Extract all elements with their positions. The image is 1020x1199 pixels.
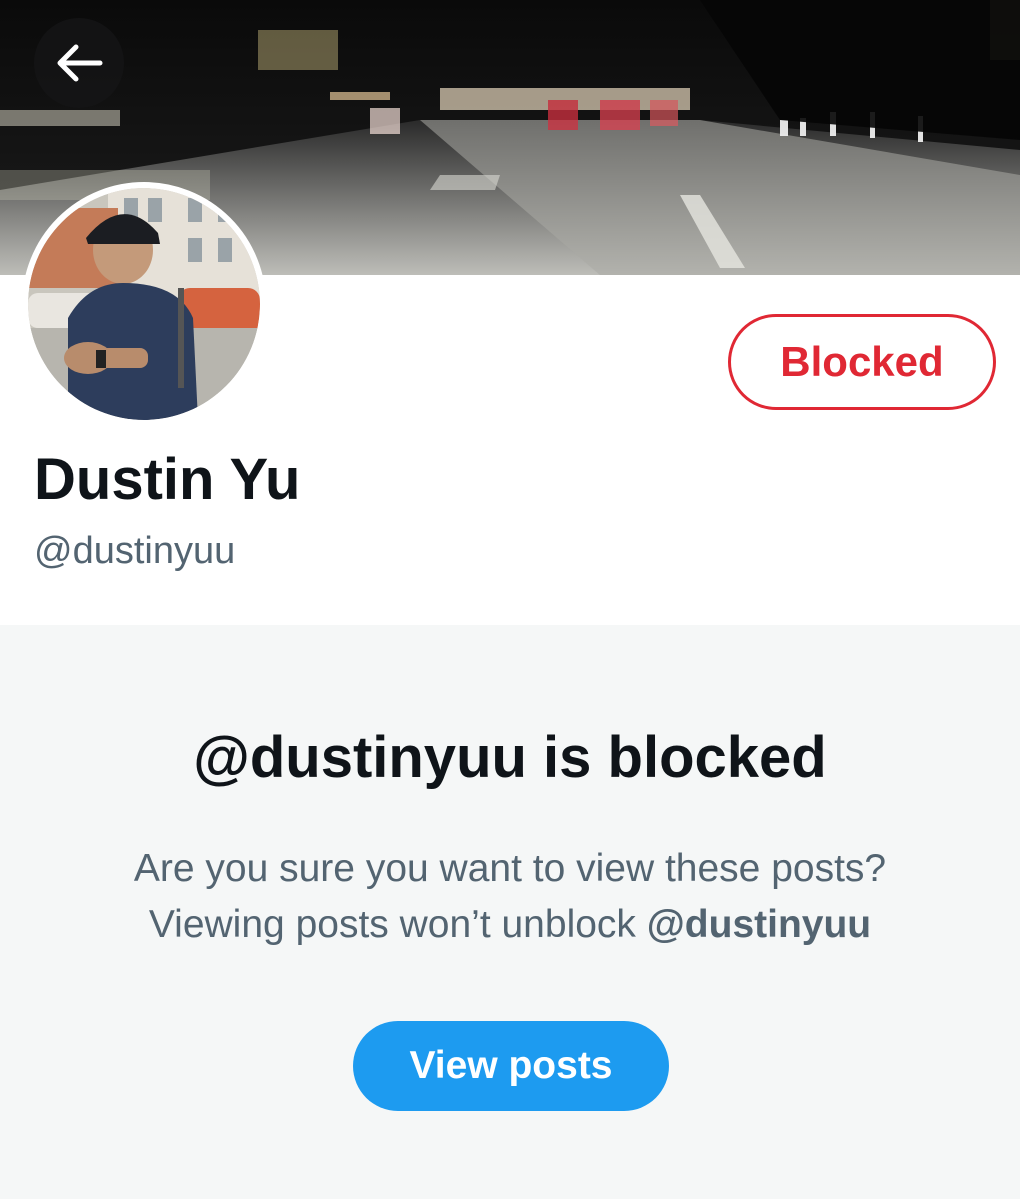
profile-handle: @dustinyuu (34, 530, 236, 572)
blocked-notice-body: Are you sure you want to view these post… (0, 841, 1020, 953)
blocked-notice-line2: Viewing posts won’t unblock @dustinyuu (0, 897, 1020, 953)
view-posts-button[interactable]: View posts (353, 1021, 669, 1111)
profile-page: Blocked Dustin Yu @dustinyuu @dustinyuu … (0, 0, 1020, 1199)
blocked-notice-title: @dustinyuu is blocked (193, 725, 827, 790)
arrow-left-icon (57, 44, 103, 82)
display-name: Dustin Yu (34, 447, 301, 512)
blocked-notice-panel: @dustinyuu is blocked Are you sure you w… (0, 625, 1020, 1199)
blocked-notice-line2-text: Viewing posts won’t unblock (148, 903, 647, 946)
avatar-image (28, 188, 260, 420)
back-button[interactable] (34, 18, 124, 108)
avatar[interactable] (22, 182, 266, 426)
blocked-notice-handle: @dustinyuu (646, 903, 872, 946)
blocked-button[interactable]: Blocked (728, 314, 996, 410)
blocked-notice-line1: Are you sure you want to view these post… (133, 847, 887, 890)
